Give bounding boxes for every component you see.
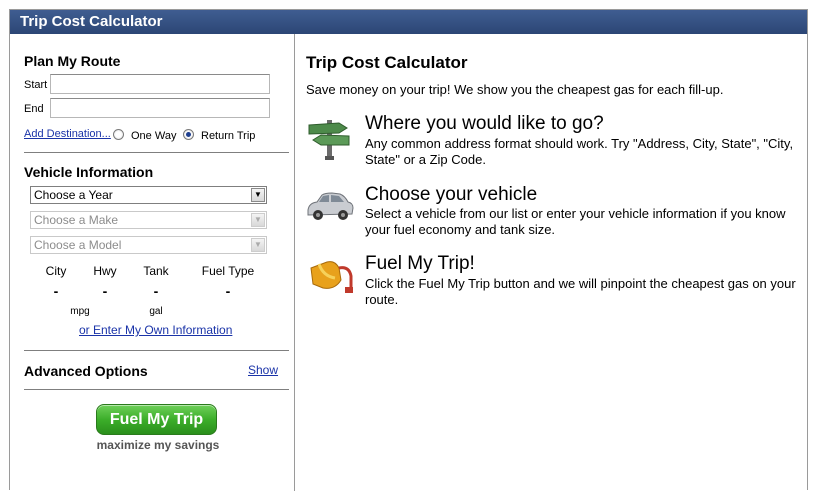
info-title: Trip Cost Calculator [306,53,468,72]
step-2-text: Select a vehicle from our list or enter … [365,206,786,237]
year-select-value: Choose a Year [34,188,113,202]
city-label: City [45,264,67,278]
add-destination-link[interactable]: Add Destination... [24,128,111,140]
divider [24,152,289,153]
chevron-down-icon: ▼ [251,188,265,202]
fuel-type-value: - [225,283,231,299]
hwy-value: - [102,283,108,299]
one-way-label: One Way [131,130,177,142]
divider [24,389,289,390]
tank-label: Tank [143,264,169,278]
divider [24,350,289,351]
return-trip-label: Return Trip [201,130,256,142]
step-3-heading: Fuel My Trip! [365,253,475,274]
model-select-value: Choose a Model [34,238,122,252]
vehicle-heading: Vehicle Information [24,164,154,180]
model-select[interactable]: Choose a Model ▼ [30,236,267,254]
city-value: - [53,283,59,299]
left-pane: Plan My Route Start End Add Destination.… [10,34,294,491]
end-input[interactable] [50,98,270,118]
step-3-text: Click the Fuel My Trip button and we wil… [365,276,796,307]
make-select[interactable]: Choose a Make ▼ [30,211,267,229]
route-heading: Plan My Route [24,53,121,69]
fuel-type-label: Fuel Type [201,264,255,278]
step-1-text: Any common address format should work. T… [365,136,794,167]
window-title: Trip Cost Calculator [10,10,807,34]
gal-unit: gal [149,306,163,317]
info-intro: Save money on your trip! We show you the… [306,82,724,97]
year-select[interactable]: Choose a Year ▼ [30,186,267,204]
calculator-panel: Trip Cost Calculator Plan My Route Start… [9,9,808,491]
fuel-my-trip-button[interactable]: Fuel My Trip [96,404,217,435]
fuel-pump-icon [305,254,355,302]
mpg-unit: mpg [70,306,90,317]
info-pane: Trip Cost Calculator Save money on your … [295,34,807,491]
tank-value: - [153,283,159,299]
start-label: Start [24,79,48,91]
chevron-down-icon: ▼ [251,238,265,252]
make-select-value: Choose a Make [34,213,119,227]
start-input[interactable] [50,74,270,94]
show-advanced-link[interactable]: Show [248,363,278,377]
step-1-heading: Where you would like to go? [365,113,604,134]
return-trip-radio[interactable] [183,129,194,140]
one-way-radio[interactable] [113,129,124,140]
car-icon [305,186,355,234]
signpost-icon [305,114,355,162]
advanced-heading: Advanced Options [24,363,148,379]
end-label: End [24,103,44,115]
chevron-down-icon: ▼ [251,213,265,227]
savings-tagline: maximize my savings [96,438,220,452]
hwy-label: Hwy [93,264,117,278]
step-2-heading: Choose your vehicle [365,184,538,205]
own-info-link[interactable]: or Enter My Own Information [79,323,232,337]
